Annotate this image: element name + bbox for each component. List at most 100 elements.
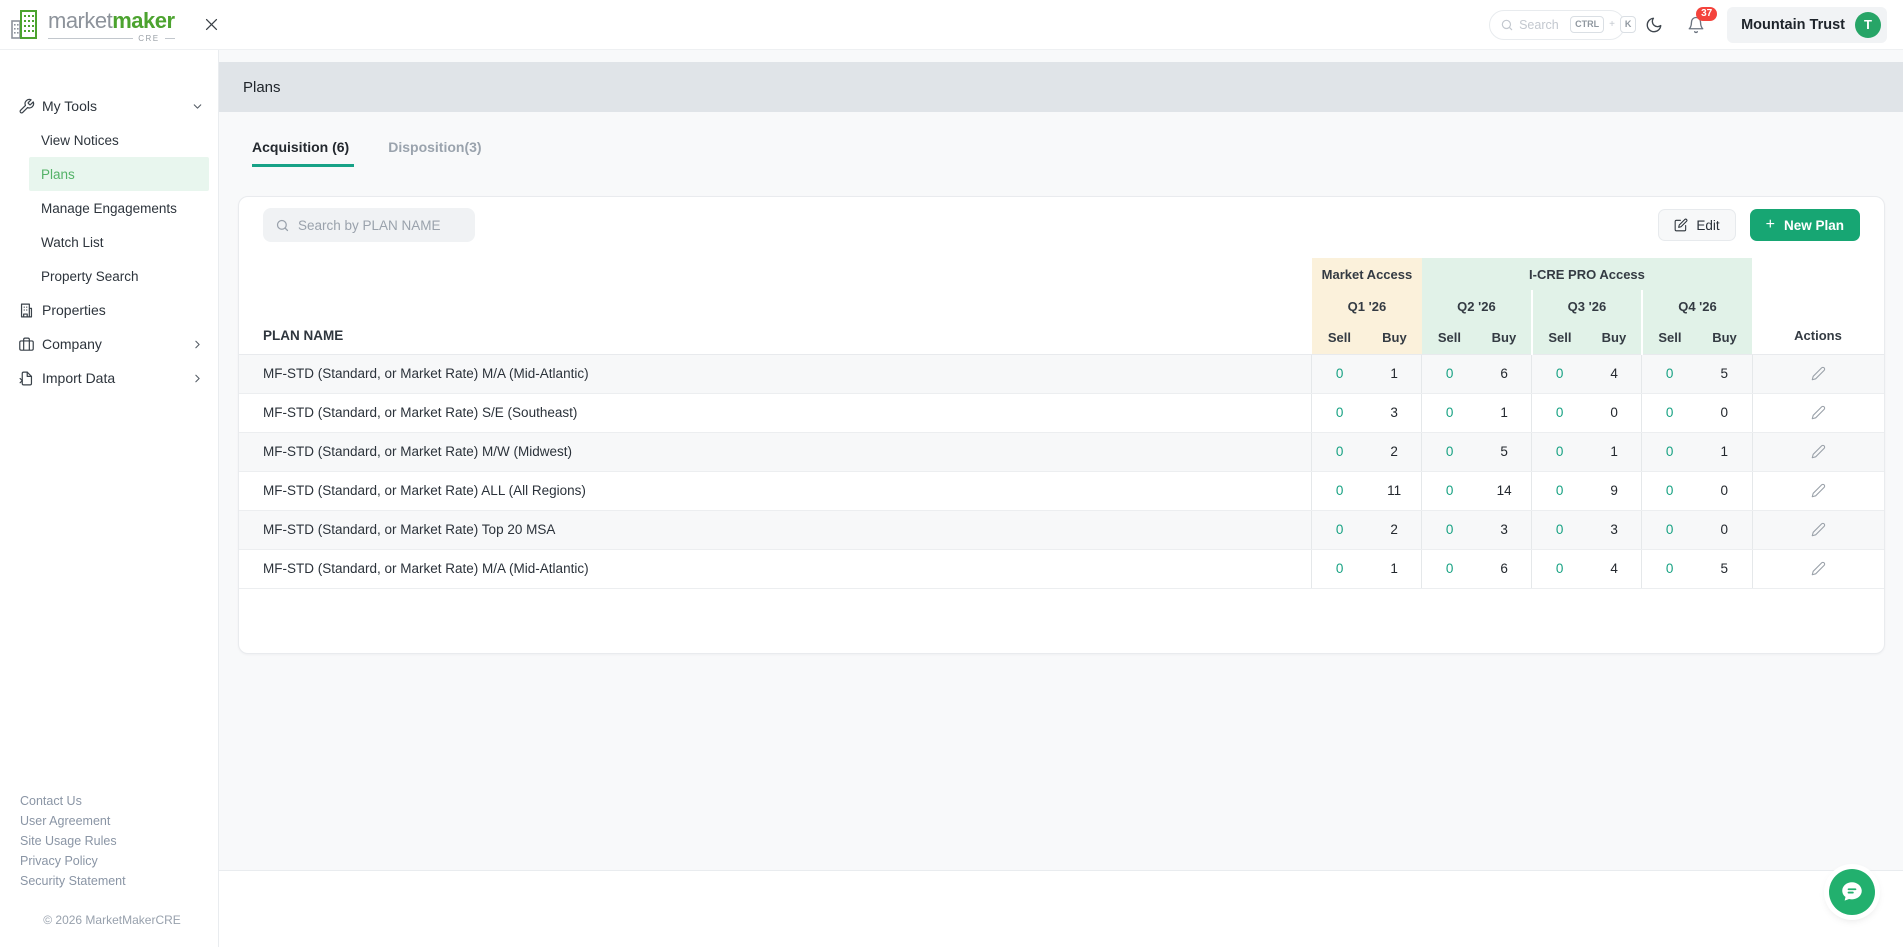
topbar: marketmaker CRE CTRL + K 37 Mountain Tru… (0, 0, 1903, 50)
q4-sell-value: 0 (1642, 471, 1697, 510)
subheader-buy: Buy (1477, 322, 1532, 354)
plan-name-cell: MF-STD (Standard, or Market Rate) M/A (M… (239, 354, 1312, 393)
search-icon (275, 218, 290, 233)
global-search[interactable]: CTRL + K (1489, 10, 1625, 40)
footer-strip (219, 870, 1903, 947)
pencil-icon (1811, 444, 1826, 459)
global-search-input[interactable] (1519, 18, 1565, 32)
q1-sell-value: 0 (1312, 549, 1367, 588)
actions-cell (1752, 549, 1884, 588)
quarter-header-q4: Q4 '26 (1642, 290, 1752, 322)
logo-wordmark: marketmaker CRE (48, 10, 175, 43)
q1-buy-value: 3 (1367, 393, 1422, 432)
table-row: MF-STD (Standard, or Market Rate) ALL (A… (239, 471, 1884, 510)
sidebar-item-company[interactable]: Company (0, 327, 218, 361)
chat-button[interactable] (1829, 869, 1875, 915)
sidebar-item-watch-list[interactable]: Watch List (0, 225, 218, 259)
q4-sell-value: 0 (1642, 354, 1697, 393)
q1-buy-value: 2 (1367, 510, 1422, 549)
q2-buy-value: 14 (1477, 471, 1532, 510)
q3-buy-value: 1 (1587, 432, 1642, 471)
plan-name-cell: MF-STD (Standard, or Market Rate) M/W (M… (239, 432, 1312, 471)
plan-name-cell: MF-STD (Standard, or Market Rate) Top 20… (239, 510, 1312, 549)
edit-plan-button[interactable] (1811, 522, 1826, 537)
account-menu[interactable]: Mountain Trust T (1727, 7, 1887, 43)
link-privacy-policy[interactable]: Privacy Policy (20, 851, 204, 871)
edit-button[interactable]: Edit (1658, 209, 1735, 241)
link-security-statement[interactable]: Security Statement (20, 871, 204, 891)
q3-buy-value: 9 (1587, 471, 1642, 510)
sidebar-item-label: Properties (42, 302, 204, 318)
briefcase-icon (18, 336, 35, 353)
page-title-band: Plans (219, 62, 1903, 112)
link-site-usage-rules[interactable]: Site Usage Rules (20, 831, 204, 851)
page-title: Plans (243, 79, 281, 96)
sidebar-item-plans[interactable]: Plans (29, 157, 209, 191)
sidebar-item-label: Import Data (42, 370, 191, 386)
q1-sell-value: 0 (1312, 471, 1367, 510)
q4-buy-value: 5 (1697, 549, 1752, 588)
table-row: MF-STD (Standard, or Market Rate) Top 20… (239, 510, 1884, 549)
column-header-actions: Actions (1752, 258, 1884, 354)
plan-search-input[interactable] (298, 218, 475, 233)
edit-plan-button[interactable] (1811, 561, 1826, 576)
q1-sell-value: 0 (1312, 393, 1367, 432)
close-sidebar-button[interactable] (203, 16, 220, 33)
link-contact-us[interactable]: Contact Us (20, 791, 204, 811)
q3-sell-value: 0 (1532, 393, 1587, 432)
plans-panel: Edit + New Plan PLAN NAME (238, 196, 1885, 654)
tab-acquisition[interactable]: Acquisition (6) (252, 139, 354, 167)
plus-icon: + (1766, 217, 1775, 233)
q4-buy-value: 0 (1697, 471, 1752, 510)
kbd-ctrl: CTRL (1570, 16, 1604, 33)
link-user-agreement[interactable]: User Agreement (20, 811, 204, 831)
sidebar-item-property-search[interactable]: Property Search (0, 259, 218, 293)
sidebar-item-my-tools[interactable]: My Tools (0, 89, 218, 123)
quarter-header-q2: Q2 '26 (1422, 290, 1532, 322)
logo-maker-text: maker (112, 8, 174, 33)
sidebar-item-view-notices[interactable]: View Notices (0, 123, 218, 157)
main-content: Plans Acquisition (6) Disposition(3) (219, 50, 1903, 947)
actions-cell (1752, 393, 1884, 432)
pencil-icon (1811, 405, 1826, 420)
q2-buy-value: 1 (1477, 393, 1532, 432)
q4-buy-value: 1 (1697, 432, 1752, 471)
tab-disposition[interactable]: Disposition(3) (388, 139, 486, 167)
pencil-icon (1811, 561, 1826, 576)
dark-mode-toggle[interactable] (1645, 16, 1663, 34)
q2-buy-value: 6 (1477, 549, 1532, 588)
q4-sell-value: 0 (1642, 510, 1697, 549)
q3-buy-value: 0 (1587, 393, 1642, 432)
sidebar-item-manage-engagements[interactable]: Manage Engagements (0, 191, 218, 225)
edit-plan-button[interactable] (1811, 444, 1826, 459)
building-icon (18, 302, 35, 319)
edit-plan-button[interactable] (1811, 483, 1826, 498)
sidebar-item-properties[interactable]: Properties (0, 293, 218, 327)
brand-logo[interactable]: marketmaker CRE (10, 7, 175, 43)
notifications-count-badge: 37 (1696, 7, 1717, 21)
q3-buy-value: 3 (1587, 510, 1642, 549)
table-row: MF-STD (Standard, or Market Rate) M/A (M… (239, 354, 1884, 393)
new-plan-button[interactable]: + New Plan (1750, 209, 1860, 241)
edit-plan-button[interactable] (1811, 366, 1826, 381)
plan-search[interactable] (263, 208, 475, 242)
new-plan-label: New Plan (1784, 218, 1844, 233)
edit-label: Edit (1696, 218, 1719, 233)
logo-market-text: market (48, 8, 112, 33)
plan-tabs: Acquisition (6) Disposition(3) (252, 139, 1903, 167)
q2-sell-value: 0 (1422, 471, 1477, 510)
group-header-market-access: Market Access (1312, 258, 1422, 290)
q2-sell-value: 0 (1422, 549, 1477, 588)
q1-sell-value: 0 (1312, 510, 1367, 549)
sidebar-item-label: Plans (41, 167, 75, 182)
sidebar-footer: Contact Us User Agreement Site Usage Rul… (20, 791, 204, 927)
q2-sell-value: 0 (1422, 354, 1477, 393)
import-file-icon (18, 370, 35, 387)
chat-bubble-icon (1839, 879, 1865, 905)
q3-sell-value: 0 (1532, 471, 1587, 510)
q1-buy-value: 2 (1367, 432, 1422, 471)
logo-building-icon (10, 7, 44, 43)
sidebar-item-import-data[interactable]: Import Data (0, 361, 218, 395)
edit-plan-button[interactable] (1811, 405, 1826, 420)
q2-sell-value: 0 (1422, 510, 1477, 549)
